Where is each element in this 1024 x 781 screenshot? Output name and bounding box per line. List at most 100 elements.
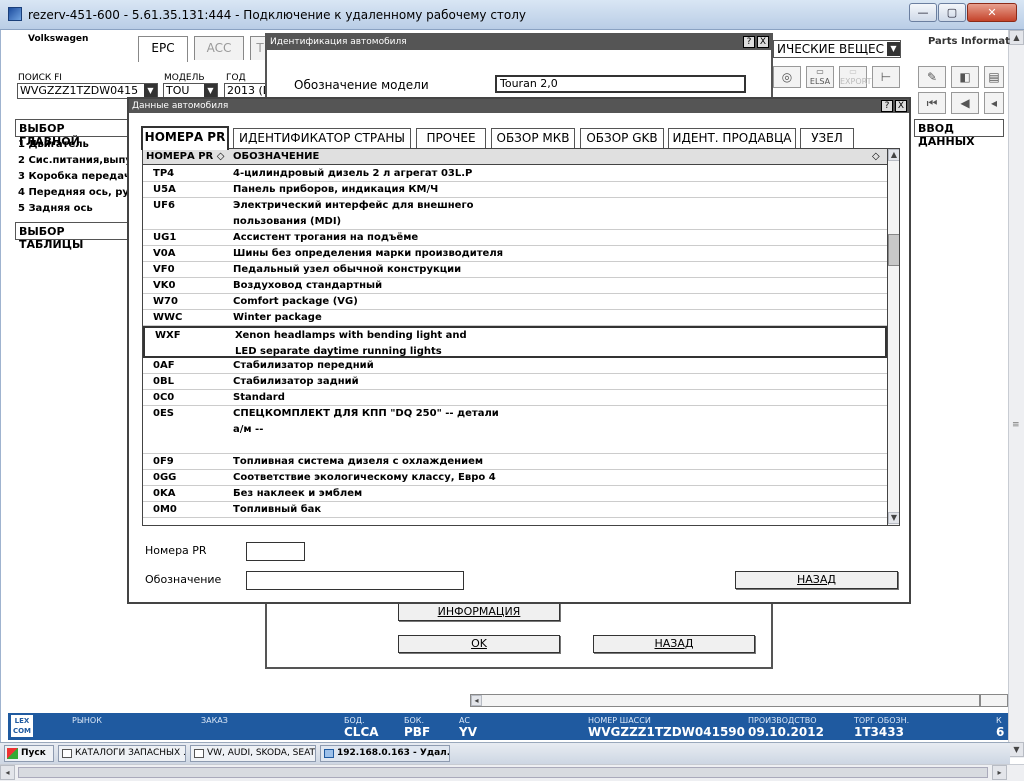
scroll-down-icon[interactable]: ▼	[888, 512, 899, 524]
designation-cell: СПЕЦКОМПЛЕКТ ДЛЯ КПП "DQ 250" -- детали …	[233, 408, 499, 435]
pr-code-cell: W70	[153, 296, 178, 307]
table-row[interactable]: TP4 4-цилиндровый дизель 2 л агрегат 03L.…	[143, 166, 887, 182]
start-label: Пуск	[21, 748, 46, 758]
back-button[interactable]: НАЗАД	[593, 635, 755, 653]
table-row[interactable]: 0GG Соответствие экологическому классу, Е…	[143, 470, 887, 486]
pin-icon[interactable]: ✎	[918, 66, 946, 88]
tab-other[interactable]: ПРОЧЕЕ	[416, 128, 486, 149]
scroll-up-icon[interactable]: ▲	[888, 149, 899, 161]
table-row[interactable]: 0M0 Топливный бак	[143, 502, 887, 518]
taskbar-item[interactable]: VW, AUDI, SKODA, SEAT	[190, 745, 316, 762]
scroll-thumb[interactable]	[18, 767, 988, 778]
first-page-icon[interactable]: ⏮	[918, 92, 946, 114]
remote-desktop-icon	[8, 7, 22, 21]
horizontal-scrollbar[interactable]: ◂ ▸	[0, 764, 1024, 781]
minimize-button[interactable]: —	[909, 3, 937, 22]
close-window-button[interactable]: ✕	[967, 3, 1017, 22]
vertical-scrollbar[interactable]: ▲ ≡ ▼	[1008, 30, 1024, 758]
parts-information-label: Parts Informat	[928, 36, 1010, 47]
start-button[interactable]: Пуск	[4, 745, 54, 762]
table-row[interactable]: 0AF Стабилизатор передний	[143, 358, 887, 374]
main-group-item[interactable]: 4 Передняя ось, рул	[18, 187, 136, 198]
column-header-designation[interactable]: ОБОЗНАЧЕНИЕ	[233, 149, 319, 164]
table-row[interactable]: 0F9 Топливная система дизеля с охлаждение…	[143, 454, 887, 470]
information-button[interactable]: ИНФОРМАЦИЯ	[398, 603, 560, 621]
main-group-item[interactable]: 1 Двигатель	[18, 139, 89, 150]
column-header-pr[interactable]: НОМЕРА PR ◇	[146, 149, 224, 164]
table-select-header[interactable]: ВЫБОР ТАБЛИЦЫ	[15, 222, 130, 251]
prev-page-icon[interactable]: ◀	[951, 92, 979, 114]
designation-cell: Педальный узел обычной конструкции	[233, 264, 462, 275]
ok-button[interactable]: OK	[398, 635, 560, 653]
model-designation-field[interactable]: Touran 2,0	[495, 75, 746, 93]
page-icon[interactable]: ▤	[984, 66, 1004, 88]
tab-country-id[interactable]: ИДЕНТИФИКАТОР СТРАНЫ	[233, 128, 411, 149]
back-button[interactable]: НАЗАД	[735, 571, 898, 589]
page-back-icon[interactable]: ◧	[951, 66, 979, 88]
taskbar-item-active[interactable]: 192.168.0.163 - Удал...	[320, 745, 450, 762]
table-row[interactable]: UF6 Электрический интерфейс для внешнего …	[143, 198, 887, 230]
table-row[interactable]: WWC Winter package	[143, 310, 887, 326]
vin-value: WVGZZZ1TZDW041590	[588, 725, 746, 739]
table-row[interactable]: U5A Панель приборов, индикация КМ/Ч	[143, 182, 887, 198]
table-row[interactable]: VF0 Педальный узел обычной конструкции	[143, 262, 887, 278]
pr-code-cell: 0GG	[153, 472, 177, 483]
table-scrollbar[interactable]: ▲ ▼	[887, 149, 899, 525]
tree-icon[interactable]: ⊢	[872, 66, 900, 88]
table-row[interactable]: UG1 Ассистент трогания на подъёме	[143, 230, 887, 246]
dialog-close-button[interactable]: X	[895, 100, 907, 112]
tab-acc[interactable]: ACC	[194, 36, 244, 60]
main-group-item[interactable]: 2 Сис.питания,выпу	[18, 155, 132, 166]
tool-icon[interactable]: ◎	[773, 66, 801, 88]
help-button[interactable]: ?	[743, 36, 755, 48]
table-header: НОМЕРА PR ◇ ОБОЗНАЧЕНИЕ ◇	[143, 149, 887, 165]
pr-code-cell: 0C0	[153, 392, 175, 403]
data-entry-button[interactable]: ВВОД ДАННЫХ	[914, 119, 1004, 148]
table-row[interactable]: 0BL Стабилизатор задний	[143, 374, 887, 390]
tab-dealer-id[interactable]: ИДЕНТ. ПРОДАВЦА	[668, 128, 796, 149]
tab-gkb-overview[interactable]: ОБЗОР GKB	[580, 128, 664, 149]
trade-name-label: ТОРГ.ОБОЗН.	[854, 716, 910, 725]
elsa-button[interactable]: ▭ ELSA	[806, 66, 834, 88]
scroll-up-icon[interactable]: ▲	[1009, 30, 1024, 45]
main-group-item[interactable]: 3 Коробка передач	[18, 171, 131, 182]
table-row[interactable]: 0KA Без наклеек и эмблем	[143, 486, 887, 502]
help-button[interactable]: ?	[881, 100, 893, 112]
table-row[interactable]: 0C0 Standard	[143, 390, 887, 406]
pr-number-input[interactable]	[246, 542, 305, 561]
dialog-header: Данные автомобиля	[129, 99, 909, 113]
designation-cell: Standard	[233, 392, 285, 403]
table-row[interactable]: W70 Comfort package (VG)	[143, 294, 887, 310]
scroll-thumb[interactable]	[979, 695, 981, 706]
table-row[interactable]: 0ES СПЕЦКОМПЛЕКТ ДЛЯ КПП "DQ 250" -- дета…	[143, 406, 887, 454]
trade-name-value: 1T3433	[854, 725, 904, 739]
window-title: rezerv-451-600 - 5.61.35.131:444 - Подкл…	[28, 8, 527, 22]
scroll-down-icon[interactable]: ▼	[1009, 742, 1024, 757]
table-row-selected[interactable]: WXF Xenon headlamps with bending light an…	[143, 326, 887, 358]
scroll-left-icon[interactable]: ◂	[0, 765, 15, 780]
back-arrow-icon[interactable]: ◂	[984, 92, 1004, 114]
scroll-left-icon[interactable]: ◂	[471, 695, 482, 706]
export-button[interactable]: ▭ EXPORT	[839, 66, 872, 88]
tab-epc[interactable]: EPC	[138, 36, 188, 62]
scroll-right-icon[interactable]: ▸	[992, 765, 1007, 780]
sort-icon[interactable]: ◇	[872, 149, 880, 164]
maximize-button[interactable]: ▢	[938, 3, 966, 22]
dialog-close-button[interactable]: X	[757, 36, 769, 48]
taskbar-item[interactable]: КАТАЛОГИ ЗАПАСНЫХ ...	[58, 745, 186, 762]
table-row[interactable]: VK0 Воздуховод стандартный	[143, 278, 887, 294]
tab-pr-numbers[interactable]: НОМЕРА PR	[141, 126, 229, 150]
chemicals-select[interactable]: ИЧЕСКИЕ ВЕЩЕС ▼	[773, 40, 901, 58]
ok-button-label: OK	[471, 637, 487, 650]
table-row[interactable]: V0A Шины без определения марки производит…	[143, 246, 887, 262]
tab-assembly[interactable]: УЗЕЛ	[800, 128, 854, 149]
main-group-item[interactable]: 5 Задняя ось	[18, 203, 93, 214]
tab-mkb-overview[interactable]: ОБЗОР МКВ	[491, 128, 575, 149]
designation-cell: Панель приборов, индикация КМ/Ч	[233, 184, 439, 195]
window-titlebar[interactable]: rezerv-451-600 - 5.61.35.131:444 - Подкл…	[0, 0, 1024, 30]
app-horizontal-scrollbar[interactable]: ◂	[470, 694, 1008, 707]
designation-input[interactable]	[246, 571, 464, 590]
designation-cell: Comfort package (VG)	[233, 296, 358, 307]
taskbar: Пуск КАТАЛОГИ ЗАПАСНЫХ ... VW, AUDI, SKO…	[0, 742, 1010, 764]
scroll-thumb[interactable]	[888, 234, 899, 266]
